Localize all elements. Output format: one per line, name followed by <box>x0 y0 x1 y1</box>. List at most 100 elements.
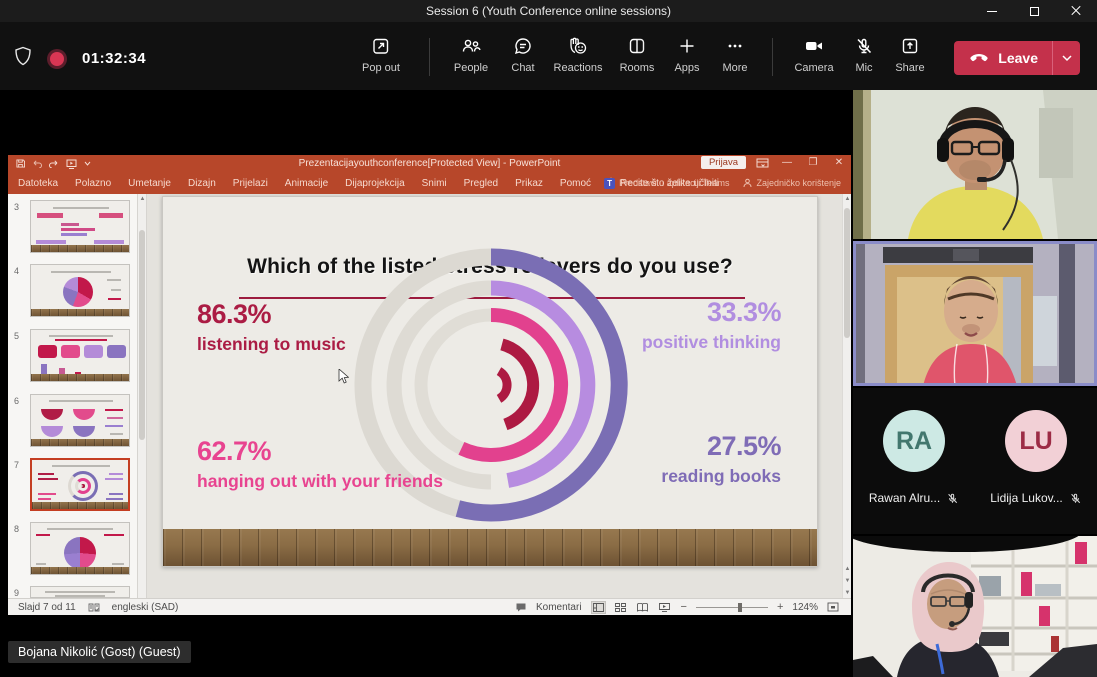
reading-view-button[interactable] <box>635 601 650 614</box>
stat-hanging-out: 62.7% hanging out with your friends <box>197 438 447 494</box>
participant-avatar-tile: RA LU Rawan Alru... Lidija Lukov... <box>853 388 1097 534</box>
tab-umetanje[interactable]: Umetanje <box>128 178 171 189</box>
normal-view-button[interactable] <box>591 601 606 614</box>
qat-dropdown-icon[interactable] <box>84 161 91 166</box>
stat-positive-thinking: 33.3% positive thinking <box>641 299 781 355</box>
chat-button[interactable]: Chat <box>500 34 546 82</box>
hangup-icon <box>968 51 990 65</box>
reactions-icon <box>567 34 589 58</box>
minimize-button[interactable] <box>971 0 1013 22</box>
participant-video-active-speaker[interactable] <box>853 241 1097 386</box>
camera-button[interactable]: Camera <box>785 34 843 82</box>
slide-sorter-view-button[interactable] <box>613 601 628 614</box>
present-in-teams-button[interactable]: T Predstavi u aplikaciji Teams <box>604 178 729 189</box>
share-button[interactable]: Share <box>885 34 935 82</box>
slide-number: 8 <box>14 524 19 534</box>
tab-dizajn[interactable]: Dizajn <box>188 178 216 189</box>
slide-3-thumbnail[interactable] <box>30 200 130 253</box>
powerpoint-window: Prezentacijayouthconference[Protected Vi… <box>8 155 851 615</box>
scroll-up-icon: ▲ <box>843 196 851 202</box>
apps-button[interactable]: Apps <box>664 34 710 82</box>
tab-snimi[interactable]: Snimi <box>422 178 447 189</box>
start-slideshow-icon[interactable] <box>66 159 77 169</box>
comments-label[interactable]: Komentari <box>536 602 582 613</box>
thumbnail-scrollbar[interactable]: ▲ <box>138 194 147 598</box>
maximize-icon <box>1030 7 1039 16</box>
avatar-initials: LU <box>1005 410 1067 472</box>
ribbon-options-icon[interactable] <box>756 158 769 168</box>
slideshow-view-button[interactable] <box>657 601 672 614</box>
participant-video-hijab[interactable] <box>853 536 1097 677</box>
ppt-titlebar: Prezentacijayouthconference[Protected Vi… <box>8 155 851 172</box>
maximize-button[interactable] <box>1013 0 1055 22</box>
minimize-icon <box>987 11 997 12</box>
tab-datoteka[interactable]: Datoteka <box>18 178 58 189</box>
slide-4-thumbnail[interactable] <box>30 264 130 317</box>
video-frame <box>853 90 1097 239</box>
scrollbar-thumb[interactable] <box>139 230 145 440</box>
slide-counter: Slajd 7 od 11 <box>18 602 76 613</box>
tab-animacije[interactable]: Animacije <box>285 178 328 189</box>
current-slide[interactable]: Which of the listed stress relievers do … <box>162 196 818 567</box>
zoom-level[interactable]: 124% <box>792 602 818 613</box>
meeting-timer: 01:32:34 <box>82 50 146 67</box>
window-title: Session 6 (Youth Conference online sessi… <box>426 4 671 18</box>
avatar-rawan[interactable]: RA <box>853 410 975 472</box>
popout-button[interactable]: Pop out <box>345 34 417 82</box>
ppt-restore-button[interactable]: ❐ <box>805 157 821 168</box>
tab-pomoc[interactable]: Pomoć <box>560 178 591 189</box>
tab-prikaz[interactable]: Prikaz <box>515 178 543 189</box>
scrollbar-thumb[interactable] <box>844 208 850 338</box>
ppt-signin-button[interactable]: Prijava <box>701 156 746 169</box>
ppt-body: 3 4 <box>8 194 851 598</box>
fit-to-window-icon[interactable] <box>827 602 839 612</box>
tab-polazno[interactable]: Polazno <box>75 178 111 189</box>
leave-button[interactable]: Leave <box>954 41 1080 75</box>
leave-options-button[interactable] <box>1052 41 1080 75</box>
participant-video-man-headset[interactable] <box>853 90 1097 239</box>
reactions-button[interactable]: Reactions <box>546 34 610 82</box>
rooms-button[interactable]: Rooms <box>610 34 664 82</box>
shield-icon <box>14 46 32 71</box>
slide-editor-area: Which of the listed stress relievers do … <box>147 194 842 598</box>
mic-muted-icon <box>1069 492 1082 505</box>
zoom-out-button[interactable]: − <box>681 601 687 613</box>
spell-check-icon[interactable] <box>88 602 100 613</box>
slide-8-thumbnail[interactable] <box>30 522 130 575</box>
apps-plus-icon <box>677 34 697 58</box>
zoom-in-button[interactable]: + <box>777 601 783 613</box>
slide-5-thumbnail[interactable] <box>30 329 130 382</box>
slide-7-thumbnail-selected[interactable] <box>30 458 130 511</box>
avatar-lidija[interactable]: LU <box>975 410 1097 472</box>
more-ellipsis-icon <box>725 34 745 58</box>
tab-pregled[interactable]: Pregled <box>464 178 498 189</box>
participant-name: Lidija Lukov... <box>990 491 1063 505</box>
chevron-down-icon <box>1061 54 1073 62</box>
mic-button[interactable]: Mic <box>843 34 885 82</box>
save-icon[interactable] <box>16 159 25 168</box>
slide-9-thumbnail[interactable] <box>30 586 130 598</box>
wood-floor-graphic <box>163 529 817 566</box>
ppt-close-button[interactable]: ✕ <box>831 157 847 168</box>
zoom-slider[interactable] <box>696 607 768 608</box>
undo-icon[interactable] <box>32 159 42 168</box>
more-button[interactable]: More <box>710 34 760 82</box>
ppt-minimize-button[interactable]: — <box>779 157 795 168</box>
language-indicator[interactable]: engleski (SAD) <box>112 602 179 613</box>
zoom-slider-thumb[interactable] <box>738 603 742 612</box>
tab-prijelazi[interactable]: Prijelazi <box>233 178 268 189</box>
mic-muted-icon <box>854 34 874 58</box>
ppt-share-button[interactable]: Zajedničko korištenje <box>743 178 841 188</box>
comments-icon[interactable] <box>515 602 527 613</box>
tab-dijaprojekcija[interactable]: Dijaprojekcija <box>345 178 404 189</box>
redo-icon[interactable] <box>49 159 59 168</box>
share-screen-icon <box>900 34 920 58</box>
slide-6-thumbnail[interactable] <box>30 394 130 447</box>
close-button[interactable] <box>1055 0 1097 22</box>
stat-reading-books: 27.5% reading books <box>621 433 781 489</box>
editor-scrollbar[interactable]: ▲ ▲ ▼ ▼ <box>842 194 851 598</box>
people-button[interactable]: People <box>442 34 500 82</box>
window-titlebar: Session 6 (Youth Conference online sessi… <box>0 0 1097 22</box>
slide-thumbnail-panel: 3 4 <box>8 194 138 598</box>
participant-name-row: Lidija Lukov... <box>975 491 1097 505</box>
